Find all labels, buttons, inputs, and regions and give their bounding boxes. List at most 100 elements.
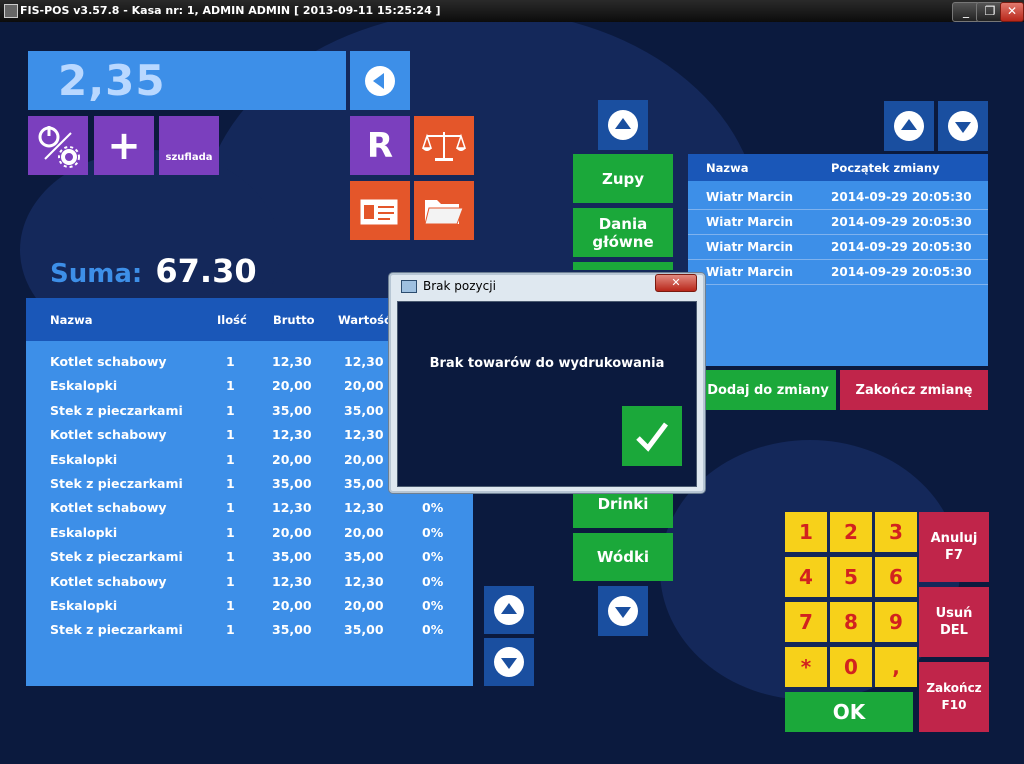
order-scroll-up-button[interactable]	[484, 586, 534, 634]
column-header-name: Nazwa	[50, 313, 93, 327]
backspace-button[interactable]	[350, 51, 410, 110]
ok-label: OK	[832, 700, 866, 724]
dialog-close-button[interactable]: ✕	[655, 274, 697, 292]
arrow-down-icon	[608, 596, 638, 626]
keypad-key[interactable]: 8	[830, 602, 872, 642]
table-cell: 12,30	[272, 573, 312, 589]
scale-icon	[421, 131, 467, 161]
keypad-key[interactable]: ,	[875, 647, 917, 687]
table-cell: 12,30	[272, 354, 312, 369]
shift-row[interactable]: Wiatr Marcin 2014-09-29 20:05:30	[688, 210, 988, 235]
shift-scroll-down-button[interactable]	[938, 101, 988, 151]
sum-label: Suma:	[50, 259, 143, 289]
power-gear-icon	[38, 125, 80, 168]
table-cell: 1	[226, 354, 235, 369]
table-cell: Stek z pieczarkami	[50, 402, 183, 418]
table-cell: 0%	[422, 622, 444, 638]
table-cell: 35,00	[272, 622, 312, 638]
column-header-gross: Brutto	[273, 313, 315, 327]
order-scroll-down-button[interactable]	[484, 638, 534, 686]
keypad-key[interactable]: 9	[875, 602, 917, 642]
amount-value: 2,35	[58, 56, 166, 105]
table-row[interactable]: Stek z pieczarkami 1 35,00 35,00 0%	[26, 545, 473, 569]
shift-row[interactable]: Wiatr Marcin 2014-09-29 20:05:30	[688, 185, 988, 210]
keypad-key[interactable]: 1	[785, 512, 827, 552]
table-cell: 1	[226, 451, 235, 467]
add-to-shift-label: Dodaj do zmiany	[707, 382, 829, 398]
arrow-down-icon	[494, 647, 524, 677]
checkmark-icon	[636, 422, 668, 452]
title-bar: FIS-POS v3.57.8 - Kasa nr: 1, ADMIN ADMI…	[0, 0, 1024, 22]
table-cell: 0%	[422, 598, 444, 613]
keypad-key[interactable]: 6	[875, 557, 917, 597]
sum-area: Suma: 67.30	[50, 252, 257, 290]
scale-button[interactable]	[414, 116, 474, 175]
category-wodki-button[interactable]: Wódki	[573, 533, 673, 581]
shift-row[interactable]: Wiatr Marcin 2014-09-29 20:05:30	[688, 260, 988, 285]
table-row[interactable]: Eskalopki 1 20,00 20,00 0%	[26, 521, 473, 545]
dialog-confirm-button[interactable]	[622, 406, 682, 466]
cancel-button[interactable]: Anuluj F7	[919, 512, 989, 582]
open-folder-button[interactable]	[414, 181, 474, 240]
cancel-label: Anuluj F7	[930, 531, 978, 563]
shift-scroll-up-button[interactable]	[884, 101, 934, 151]
keypad-key[interactable]: 2	[830, 512, 872, 552]
customer-card-button[interactable]	[350, 181, 410, 240]
table-cell: 20,00	[344, 598, 384, 613]
table-row[interactable]: Stek z pieczarkami 1 35,00 35,00 0%	[26, 618, 473, 642]
dialog-message: Brak towarów do wydrukowania	[429, 356, 665, 371]
table-row[interactable]: Kotlet schabowy 1 12,30 12,30 0%	[26, 496, 473, 520]
table-cell: 20,00	[272, 598, 312, 613]
keypad-key[interactable]: 5	[830, 557, 872, 597]
r-label: R	[366, 125, 394, 166]
table-cell: 1	[226, 573, 235, 589]
table-cell: 35,00	[272, 549, 312, 565]
category-zupy-button[interactable]: Zupy	[573, 154, 673, 203]
ok-button[interactable]: OK	[785, 692, 913, 732]
shift-row[interactable]: Wiatr Marcin 2014-09-29 20:05:30	[688, 235, 988, 260]
arrow-up-icon	[608, 110, 638, 140]
keypad-key[interactable]: 7	[785, 602, 827, 642]
table-cell: Kotlet schabowy	[50, 427, 167, 443]
keypad-key[interactable]: *	[785, 647, 827, 687]
column-header-shift-start: Początek zmiany	[831, 161, 940, 175]
arrow-up-icon	[894, 111, 924, 141]
category-scroll-up-button[interactable]	[598, 100, 648, 150]
category-dania-button[interactable]: Dania główne	[573, 208, 673, 257]
table-cell: 12,30	[272, 500, 312, 516]
sum-value: 67.30	[155, 252, 257, 290]
end-shift-label: Zakończ zmianę	[855, 382, 973, 398]
shift-start-time: 2014-09-29 20:05:30	[831, 240, 972, 254]
table-cell: 12,30	[344, 354, 384, 369]
keypad-key[interactable]: 4	[785, 557, 827, 597]
delete-button[interactable]: Usuń DEL	[919, 587, 989, 657]
dialog-title: Brak pozycji	[423, 279, 496, 293]
table-row[interactable]: Eskalopki 1 20,00 20,00 0%	[26, 594, 473, 618]
add-to-shift-button[interactable]: Dodaj do zmiany	[700, 370, 836, 410]
column-header-name: Nazwa	[706, 161, 749, 175]
amount-display: 2,35	[28, 51, 346, 110]
keypad-key[interactable]: 0	[830, 647, 872, 687]
finish-button[interactable]: Zakończ F10	[919, 662, 989, 732]
table-cell: 1	[226, 549, 235, 565]
table-row[interactable]: Kotlet schabowy 1 12,30 12,30 0%	[26, 570, 473, 594]
dialog-window: Brak pozycji ✕ Brak towarów do wydrukowa…	[388, 272, 706, 494]
receipt-r-button[interactable]: R	[350, 116, 410, 175]
table-cell: 1	[226, 622, 235, 638]
table-cell: Stek z pieczarkami	[50, 622, 183, 638]
keypad-key[interactable]: 3	[875, 512, 917, 552]
drawer-button[interactable]: szuflada	[159, 116, 219, 175]
column-header-value: Wartość	[338, 313, 391, 327]
table-cell: 1	[226, 500, 235, 516]
end-shift-button[interactable]: Zakończ zmianę	[840, 370, 988, 410]
close-button[interactable]: ✕	[1000, 2, 1024, 22]
add-button[interactable]: +	[94, 116, 154, 175]
logout-settings-button[interactable]	[28, 116, 88, 175]
folder-icon	[424, 199, 464, 224]
shift-rows: Wiatr Marcin 2014-09-29 20:05:30 Wiatr Mar…	[688, 185, 988, 285]
category-hidden-button[interactable]	[573, 262, 673, 270]
category-scroll-down-button[interactable]	[598, 586, 648, 636]
table-cell: 1	[226, 378, 235, 394]
table-cell: 20,00	[344, 524, 384, 540]
window-title: FIS-POS v3.57.8 - Kasa nr: 1, ADMIN ADMI…	[20, 4, 441, 17]
